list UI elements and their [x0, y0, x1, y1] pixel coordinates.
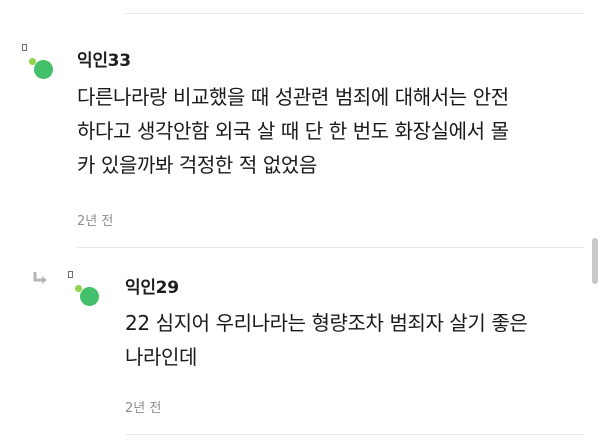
comment-body: 22 심지어 우리나라는 형량조차 범죄자 살기 좋은 나라인데: [125, 306, 528, 374]
comment-body-line: 카 있을까봐 걱정한 적 없었음: [77, 153, 317, 177]
comment-timestamp: 2년 전: [77, 214, 114, 229]
comment-body-line: 나라인데: [125, 345, 197, 369]
comment-timestamp: 2년 전: [125, 401, 162, 416]
avatar-big-dot-icon: [34, 60, 53, 79]
comment-body-line: 다른나라랑 비교했을 때 성관련 범죄에 대해서는 안전: [77, 85, 509, 109]
scrollbar-thumb[interactable]: [592, 238, 598, 284]
comment-body: 다른나라랑 비교했을 때 성관련 범죄에 대해서는 안전 하다고 생각안함 외국…: [77, 80, 509, 182]
comment-author[interactable]: 익인29: [125, 273, 179, 298]
avatar-square-icon: [22, 44, 27, 51]
divider-bottom: [125, 434, 584, 435]
comment-author[interactable]: 익인33: [77, 46, 131, 71]
divider-top: [124, 13, 584, 14]
comment-body-line: 하다고 생각안함 외국 살 때 단 한 번도 화장실에서 몰: [77, 119, 509, 143]
avatar-square-icon: [68, 271, 73, 278]
comment-body-line: 22 심지어 우리나라는 형량조차 범죄자 살기 좋은: [125, 311, 528, 335]
avatar-big-dot-icon: [80, 287, 99, 306]
divider-comment: [77, 247, 584, 248]
reply-arrow-icon: [33, 272, 47, 284]
avatar-icon[interactable]: [22, 44, 53, 79]
avatar-icon[interactable]: [68, 271, 99, 306]
